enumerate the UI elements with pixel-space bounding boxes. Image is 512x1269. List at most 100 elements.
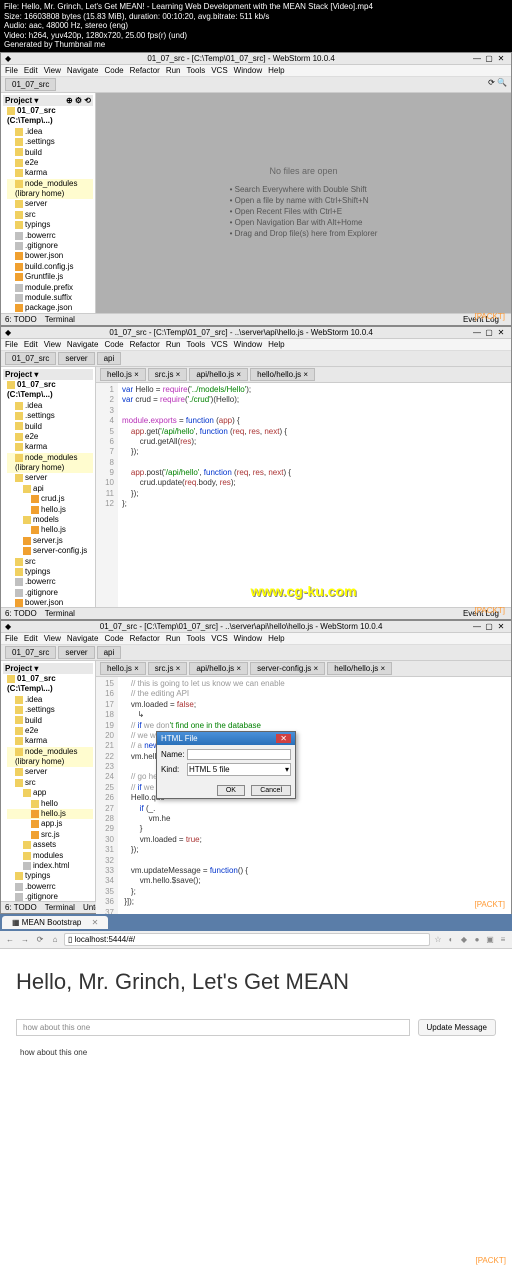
tree-item[interactable]: src bbox=[7, 557, 93, 567]
project-header[interactable]: Project ▾ bbox=[3, 369, 93, 380]
tree-item[interactable]: Gruntfile.js bbox=[7, 272, 93, 282]
menu-run[interactable]: Run bbox=[166, 634, 181, 643]
tree-item[interactable]: karma bbox=[7, 168, 93, 178]
tree-item[interactable]: api bbox=[7, 484, 93, 494]
tree-item[interactable]: node_modules (library home) bbox=[7, 179, 93, 200]
tree-item[interactable]: .gitignore bbox=[7, 241, 93, 251]
menu-window[interactable]: Window bbox=[234, 66, 262, 75]
tree-item[interactable]: hello bbox=[7, 799, 93, 809]
menu-navigate[interactable]: Navigate bbox=[67, 634, 99, 643]
tree-item[interactable]: karma bbox=[7, 442, 93, 452]
window-controls[interactable]: —▢✕ bbox=[471, 328, 507, 337]
tree-item[interactable]: build.config.js bbox=[7, 262, 93, 272]
browser-tab[interactable]: ▦ MEAN Bootstrap ✕ bbox=[2, 916, 108, 929]
close-icon[interactable]: ✕ bbox=[495, 328, 507, 337]
project-panel[interactable]: Project ▾ ⊕ ⚙ ⟲ 01_07_src (C:\Temp\...).… bbox=[1, 93, 96, 313]
tree-item[interactable]: app.js bbox=[7, 819, 93, 829]
menu-tools[interactable]: Tools bbox=[187, 66, 206, 75]
breadcrumb-item[interactable]: 01_07_src bbox=[5, 352, 56, 365]
tree-item[interactable]: node_modules (library home) bbox=[7, 453, 93, 474]
tree-item[interactable]: typings bbox=[7, 220, 93, 230]
tree-item[interactable]: bower.json bbox=[7, 251, 93, 261]
menu-code[interactable]: Code bbox=[104, 634, 123, 643]
kind-select[interactable]: HTML 5 file ▾ bbox=[187, 763, 291, 776]
tree-item[interactable]: module.suffix bbox=[7, 293, 93, 303]
minimize-icon[interactable]: — bbox=[471, 622, 483, 631]
minimize-icon[interactable]: — bbox=[471, 54, 483, 63]
editor-tab[interactable]: hello.js × bbox=[100, 368, 146, 381]
tree-item[interactable]: node_modules (library home) bbox=[7, 747, 93, 768]
breadcrumb-item[interactable]: api bbox=[97, 646, 122, 659]
tree-item[interactable]: .bowerrc bbox=[7, 577, 93, 587]
tree-item[interactable]: server bbox=[7, 473, 93, 483]
tree-item[interactable]: .settings bbox=[7, 411, 93, 421]
menu-vcs[interactable]: VCS bbox=[211, 66, 227, 75]
menu-edit[interactable]: Edit bbox=[24, 340, 38, 349]
tree-item[interactable]: index.html bbox=[7, 861, 93, 871]
tree-item[interactable]: typings bbox=[7, 871, 93, 881]
menu-vcs[interactable]: VCS bbox=[211, 634, 227, 643]
tree-item[interactable]: build bbox=[7, 422, 93, 432]
menu-view[interactable]: View bbox=[44, 66, 61, 75]
tree-item[interactable]: server bbox=[7, 199, 93, 209]
breadcrumb[interactable]: 01_07_src ⟳ 🔍 bbox=[1, 77, 511, 93]
project-panel[interactable]: Project ▾ 01_07_src (C:\Temp\...).idea.s… bbox=[1, 661, 96, 901]
breadcrumb-item[interactable]: server bbox=[58, 352, 94, 365]
tree-item[interactable]: .bowerrc bbox=[7, 882, 93, 892]
close-icon[interactable]: ✕ bbox=[495, 54, 507, 63]
tree-item[interactable]: hello.js bbox=[7, 525, 93, 535]
tree-item[interactable]: .settings bbox=[7, 137, 93, 147]
tree-item[interactable]: .idea bbox=[7, 695, 93, 705]
tree-item[interactable]: server bbox=[7, 767, 93, 777]
tree-item[interactable]: crud.js bbox=[7, 494, 93, 504]
ext-icon-3[interactable]: ● bbox=[472, 935, 482, 944]
tree-item[interactable]: .idea bbox=[7, 127, 93, 137]
menubar[interactable]: FileEditViewNavigateCodeRefactorRunTools… bbox=[1, 65, 511, 77]
url-input[interactable]: ▯ localhost:5444/#/ bbox=[64, 933, 430, 946]
back-icon[interactable]: ← bbox=[4, 935, 16, 944]
menu-run[interactable]: Run bbox=[166, 340, 181, 349]
tree-item[interactable]: .bowerrc bbox=[7, 231, 93, 241]
tree-item[interactable]: src bbox=[7, 210, 93, 220]
menu-help[interactable]: Help bbox=[268, 634, 284, 643]
menu-edit[interactable]: Edit bbox=[24, 66, 38, 75]
breadcrumb-item[interactable]: 01_07_src bbox=[5, 78, 56, 91]
tree-item[interactable]: server.js bbox=[7, 536, 93, 546]
menu-file[interactable]: File bbox=[5, 340, 18, 349]
editor-tabs[interactable]: hello.js ×src.js ×api/hello.js ×hello/he… bbox=[96, 367, 511, 383]
editor-tab[interactable]: hello/hello.js × bbox=[327, 662, 392, 675]
status-terminal[interactable]: Terminal bbox=[45, 315, 75, 324]
browser-tabbar[interactable]: ▦ MEAN Bootstrap ✕ bbox=[0, 914, 512, 931]
window-controls[interactable]: —▢✕ bbox=[471, 54, 507, 63]
close-icon[interactable]: ✕ bbox=[495, 622, 507, 631]
menu-window[interactable]: Window bbox=[234, 634, 262, 643]
status-todo[interactable]: 6: TODO bbox=[5, 315, 37, 324]
star-icon[interactable]: ☆ bbox=[433, 935, 443, 944]
tree-item[interactable]: build bbox=[7, 148, 93, 158]
tree-item[interactable]: build bbox=[7, 716, 93, 726]
home-icon[interactable]: ⌂ bbox=[49, 935, 61, 944]
maximize-icon[interactable]: ▢ bbox=[483, 54, 495, 63]
breadcrumb-item[interactable]: server bbox=[58, 646, 94, 659]
editor-tab[interactable]: hello.js × bbox=[100, 662, 146, 675]
menu-window[interactable]: Window bbox=[234, 340, 262, 349]
editor-tab[interactable]: src.js × bbox=[148, 368, 188, 381]
titlebar[interactable]: ◆ 01_07_src - [C:\Temp\01_07_src] - WebS… bbox=[1, 53, 511, 65]
reload-icon[interactable]: ⟳ bbox=[34, 935, 46, 944]
name-input[interactable] bbox=[187, 749, 291, 760]
tree-item[interactable]: .idea bbox=[7, 401, 93, 411]
tree-item[interactable]: server-config.js bbox=[7, 546, 93, 556]
menubar[interactable]: FileEditViewNavigateCodeRefactorRunTools… bbox=[1, 633, 511, 645]
project-header[interactable]: Project ▾ ⊕ ⚙ ⟲ bbox=[3, 95, 93, 106]
update-message-button[interactable]: Update Message bbox=[418, 1019, 496, 1036]
code-content[interactable]: var Hello = require('../models/Hello'); … bbox=[118, 383, 511, 607]
ext-icon[interactable]: ◐ bbox=[446, 935, 456, 944]
menu-navigate[interactable]: Navigate bbox=[67, 66, 99, 75]
menu-code[interactable]: Code bbox=[104, 340, 123, 349]
tree-item[interactable]: e2e bbox=[7, 158, 93, 168]
tree-item[interactable]: .gitignore bbox=[7, 588, 93, 598]
status-terminal[interactable]: Terminal bbox=[45, 903, 75, 912]
menu-run[interactable]: Run bbox=[166, 66, 181, 75]
editor-tabs[interactable]: hello.js ×src.js ×api/hello.js ×server-c… bbox=[96, 661, 511, 677]
tree-item[interactable]: modules bbox=[7, 851, 93, 861]
